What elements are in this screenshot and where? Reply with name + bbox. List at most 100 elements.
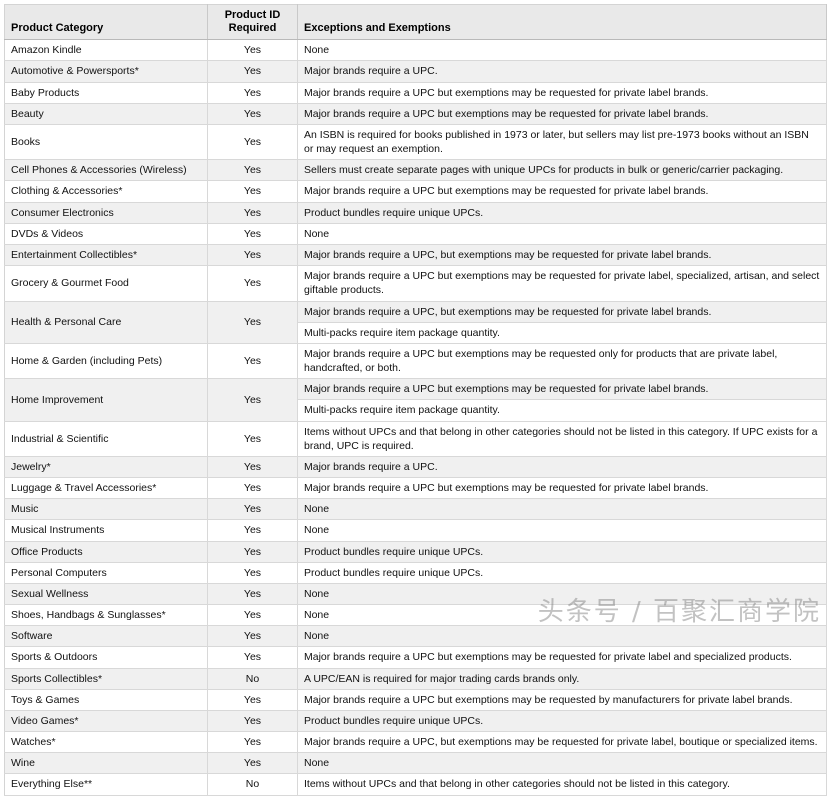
cell-product-category: Luggage & Travel Accessories* [4, 477, 208, 500]
column-header-product-id-required-line1: Product ID [224, 9, 281, 21]
cell-product-id-required: No [207, 773, 298, 796]
cell-product-id-required: Yes [207, 498, 298, 521]
table-row: Luggage & Travel Accessories* Yes Major br… [4, 477, 827, 500]
exception-note: Major brands require a UPC but exemption… [298, 379, 826, 400]
cell-product-id-required: Yes [207, 710, 298, 733]
cell-exceptions-and-exemptions: None [297, 519, 827, 542]
table-row: Sports Collectibles* No A UPC/EAN is requi… [4, 668, 827, 690]
cell-exceptions-and-exemptions: None [297, 604, 827, 627]
table-row: Watches* Yes Major brands require a UPC, b… [4, 731, 827, 754]
cell-exceptions-and-exemptions: Major brands require a UPC but exemption… [297, 343, 827, 380]
cell-exceptions-and-exemptions: None [297, 752, 827, 775]
cell-product-id-required: Yes [207, 202, 298, 224]
table-row: Software Yes None [4, 625, 827, 648]
table-row: Musical Instruments Yes None [4, 519, 827, 542]
cell-product-id-required: Yes [207, 541, 298, 563]
cell-product-category: Books [4, 124, 208, 161]
cell-product-category: Watches* [4, 731, 208, 754]
table-row: Entertainment Collectibles* Yes Major bran… [4, 244, 827, 267]
cell-product-category: Video Games* [4, 710, 208, 733]
column-header-exceptions-and-exemptions: Exceptions and Exemptions [297, 4, 827, 41]
cell-product-id-required: Yes [207, 562, 298, 584]
table-row: Automotive & Powersports* Yes Major brands… [4, 60, 827, 83]
table-row: Jewelry* Yes Major brands require a UPC. [4, 456, 827, 479]
cell-exceptions-and-exemptions: Major brands require a UPC, but exemptio… [297, 244, 827, 267]
cell-product-category: Shoes, Handbags & Sunglasses* [4, 604, 208, 627]
cell-product-category: Clothing & Accessories* [4, 180, 208, 203]
table-row: Beauty Yes Major brands require a UPC but … [4, 103, 827, 125]
column-header-product-id-required-line2: Required [228, 21, 277, 34]
cell-exceptions-and-exemptions: Items without UPCs and that belong in ot… [297, 421, 827, 457]
cell-product-id-required: Yes [207, 604, 298, 627]
cell-product-id-required: Yes [207, 82, 298, 104]
table-row: Personal Computers Yes Product bundles req… [4, 562, 827, 584]
cell-product-category: Software [4, 625, 208, 648]
table-row: Health & Personal Care Yes Major brands re… [4, 301, 827, 344]
cell-product-category: Wine [4, 752, 208, 775]
cell-product-category: Home Improvement [4, 378, 208, 422]
cell-product-id-required: Yes [207, 60, 298, 83]
table-row: Clothing & Accessories* Yes Major brands r… [4, 180, 827, 203]
cell-product-category: Beauty [4, 103, 208, 125]
table-row: Consumer Electronics Yes Product bundles r… [4, 202, 827, 224]
cell-product-category: Music [4, 498, 208, 521]
table-row: Cell Phones & Accessories (Wireless) Yes S… [4, 159, 827, 182]
cell-exceptions-and-exemptions: Major brands require a UPC, but exemptio… [297, 731, 827, 754]
exception-note: Multi-packs require item package quantit… [298, 321, 826, 343]
column-header-product-category: Product Category [4, 4, 208, 41]
cell-exceptions-and-exemptions: An ISBN is required for books published … [297, 124, 827, 161]
cell-exceptions-and-exemptions: Major brands require a UPC but exemption… [297, 82, 827, 104]
table-row: Sexual Wellness Yes None [4, 583, 827, 606]
cell-product-category: Sports & Outdoors [4, 646, 208, 669]
cell-exceptions-and-exemptions: Product bundles require unique UPCs. [297, 202, 827, 224]
cell-product-category: Toys & Games [4, 689, 208, 711]
cell-exceptions-and-exemptions: Major brands require a UPC but exemption… [297, 378, 827, 422]
cell-product-category: Sexual Wellness [4, 583, 208, 606]
cell-exceptions-and-exemptions: Items without UPCs and that belong in ot… [297, 773, 827, 796]
cell-product-category: Office Products [4, 541, 208, 563]
cell-exceptions-and-exemptions: None [297, 625, 827, 648]
cell-product-id-required: Yes [207, 477, 298, 500]
cell-exceptions-and-exemptions: A UPC/EAN is required for major trading … [297, 668, 827, 690]
cell-exceptions-and-exemptions: Major brands require a UPC. [297, 456, 827, 479]
cell-exceptions-and-exemptions: Major brands require a UPC but exemption… [297, 646, 827, 669]
cell-product-id-required: Yes [207, 625, 298, 648]
cell-product-category: Personal Computers [4, 562, 208, 584]
column-header-product-id-required: Product ID Required [207, 4, 298, 41]
cell-product-id-required: Yes [207, 39, 298, 62]
table-row: Industrial & Scientific Yes Items without … [4, 421, 827, 457]
cell-product-id-required: Yes [207, 378, 298, 422]
cell-product-id-required: Yes [207, 103, 298, 125]
cell-product-id-required: Yes [207, 180, 298, 203]
table-row: Grocery & Gourmet Food Yes Major brands re… [4, 265, 827, 302]
product-id-requirements-table: Product Category Product ID Required Exc… [4, 4, 827, 796]
cell-product-id-required: Yes [207, 421, 298, 457]
cell-exceptions-and-exemptions: Major brands require a UPC. [297, 60, 827, 83]
cell-product-id-required: Yes [207, 244, 298, 267]
cell-product-category: Grocery & Gourmet Food [4, 265, 208, 302]
cell-exceptions-and-exemptions: Major brands require a UPC but exemption… [297, 265, 827, 302]
table-header-row: Product Category Product ID Required Exc… [4, 4, 827, 41]
cell-product-category: Cell Phones & Accessories (Wireless) [4, 159, 208, 182]
exception-note: Multi-packs require item package quantit… [298, 399, 826, 421]
cell-exceptions-and-exemptions: Major brands require a UPC, but exemptio… [297, 301, 827, 344]
table-row: Office Products Yes Product bundles requir… [4, 541, 827, 563]
cell-product-id-required: Yes [207, 752, 298, 775]
table-row: Toys & Games Yes Major brands require a UP… [4, 689, 827, 711]
cell-product-category: Amazon Kindle [4, 39, 208, 62]
cell-product-category: Industrial & Scientific [4, 421, 208, 457]
cell-product-category: Consumer Electronics [4, 202, 208, 224]
cell-product-category: Automotive & Powersports* [4, 60, 208, 83]
table-header: Product Category Product ID Required Exc… [4, 4, 827, 41]
table-row: Music Yes None [4, 498, 827, 521]
table-row: Home Improvement Yes Major brands require … [4, 378, 827, 422]
cell-exceptions-and-exemptions: Product bundles require unique UPCs. [297, 541, 827, 563]
cell-product-id-required: Yes [207, 223, 298, 246]
cell-exceptions-and-exemptions: None [297, 223, 827, 246]
cell-product-category: Everything Else** [4, 773, 208, 796]
cell-exceptions-and-exemptions: None [297, 39, 827, 62]
table-row: Shoes, Handbags & Sunglasses* Yes None [4, 604, 827, 627]
cell-product-id-required: Yes [207, 159, 298, 182]
table-row: Sports & Outdoors Yes Major brands require… [4, 646, 827, 669]
table-row: Home & Garden (including Pets) Yes Major b… [4, 343, 827, 380]
